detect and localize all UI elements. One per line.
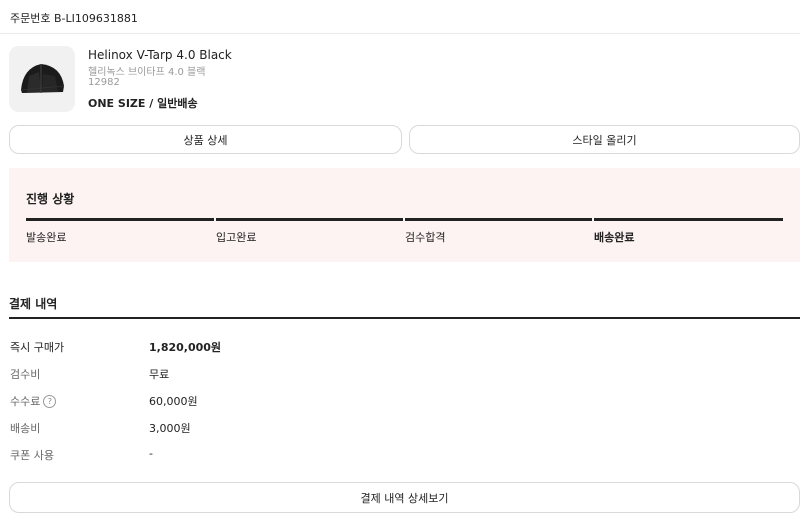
progress-step-warehoused: 입고완료: [216, 231, 257, 244]
product-name-en[interactable]: Helinox V-Tarp 4.0 Black: [88, 48, 232, 62]
tent-icon: [9, 46, 75, 112]
product-detail-button[interactable]: 상품 상세: [9, 125, 402, 154]
product-name-ko: 헬리녹스 브이타프 4.0 블랙: [88, 67, 206, 78]
inspection-fee-value: 무료: [149, 368, 170, 381]
product-option: ONE SIZE / 일반배송: [88, 97, 198, 110]
progress-segment-4: [594, 218, 783, 221]
progress-step-delivered: 배송완료: [594, 231, 635, 244]
purchase-price-label: 즉시 구매가: [10, 341, 65, 354]
progress-panel: 진행 상황 발송완료 입고완료 검수합격 배송완료: [9, 168, 800, 262]
divider: [0, 33, 800, 34]
payment-detail-button[interactable]: 결제 내역 상세보기: [9, 482, 800, 513]
coupon-label: 쿠폰 사용: [10, 449, 54, 462]
progress-segment-3: [405, 218, 592, 221]
post-style-button[interactable]: 스타일 올리기: [409, 125, 800, 154]
progress-step-inspected: 검수합격: [405, 231, 446, 244]
help-icon[interactable]: ?: [43, 395, 57, 408]
payment-title: 결제 내역: [9, 297, 58, 311]
inspection-fee-label: 검수비: [10, 368, 41, 381]
shipping-fee-value: 3,000원: [149, 422, 191, 435]
product-model: 12982: [88, 77, 120, 88]
progress-segment-1: [26, 218, 214, 221]
progress-step-shipped: 발송완료: [26, 231, 67, 244]
progress-title: 진행 상황: [26, 192, 75, 206]
commission-value: 60,000원: [149, 395, 198, 408]
progress-segment-2: [216, 218, 403, 221]
product-image[interactable]: [9, 46, 75, 112]
coupon-value: -: [149, 447, 153, 460]
shipping-fee-label: 배송비: [10, 422, 41, 435]
payment-divider: [9, 317, 800, 319]
commission-label-row: 수수료?: [10, 393, 57, 409]
order-number: 주문번호 B-LI109631881: [10, 12, 138, 25]
purchase-price-value: 1,820,000원: [149, 341, 222, 354]
commission-label: 수수료: [10, 395, 41, 408]
